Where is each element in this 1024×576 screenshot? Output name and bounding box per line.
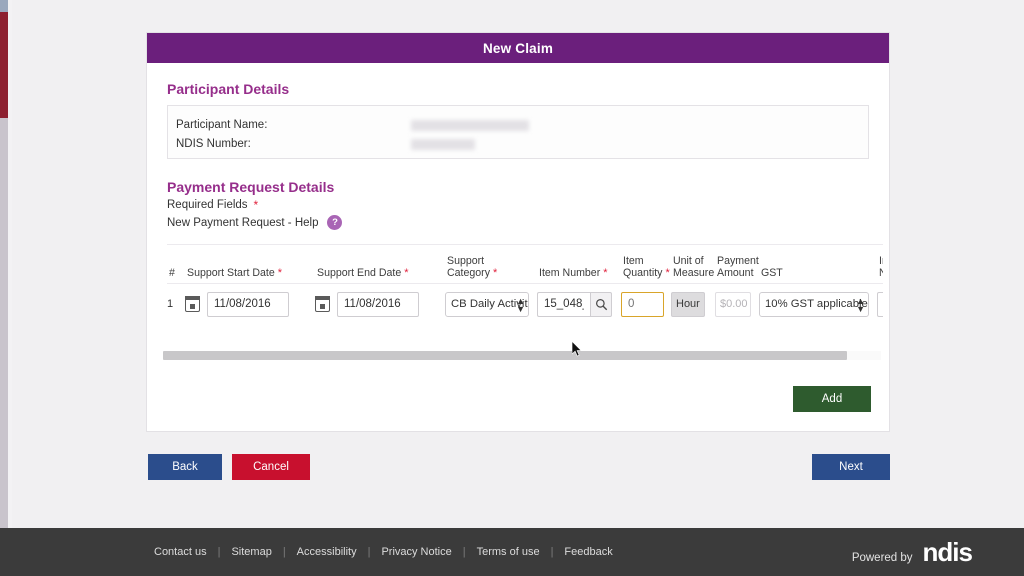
unit-of-measure-value: Hour (671, 291, 705, 317)
gst-value: 10% GST applicable (765, 297, 868, 310)
footer-link-feedback[interactable]: Feedback (553, 546, 623, 558)
page-footer: Contact us | Sitemap | Accessibility | P… (0, 528, 1024, 576)
claim-items-table: # Support Start Date * Support End Date … (167, 244, 883, 324)
col-header-support-category-text: Support Category (447, 255, 490, 279)
col-header-item-number-text: Item Number (539, 267, 601, 279)
col-header-num: # (169, 267, 175, 279)
col-header-invoice-number: Invoice Number (877, 255, 883, 279)
powered-by-label: Powered by (851, 552, 913, 564)
participant-details-box: Participant Name: NDIS Number: (167, 105, 869, 159)
footer-link-privacy-notice[interactable]: Privacy Notice (370, 546, 462, 558)
mouse-cursor (572, 341, 582, 357)
required-marker: * (253, 198, 259, 212)
participant-details-heading: Participant Details (167, 81, 290, 97)
footer-link-sitemap[interactable]: Sitemap (220, 546, 282, 558)
participant-name-label: Participant Name: (176, 119, 268, 131)
footer-link-terms-of-use[interactable]: Terms of use (466, 546, 551, 558)
col-header-support-start-date-text: Support Start Date (187, 267, 275, 279)
col-header-item-quantity-line1: Item (623, 255, 644, 267)
col-header-support-category: Support Category * (445, 255, 537, 279)
col-header-item-number: Item Number * (537, 267, 621, 279)
invoice-number-input[interactable] (877, 291, 883, 317)
support-end-date-input[interactable] (337, 291, 419, 317)
participant-name-value-redacted (411, 120, 529, 131)
cell-item-quantity (621, 291, 671, 317)
cell-support-category: CB Daily Activit ▲ ▼ (445, 291, 537, 317)
help-label: New Payment Request - Help (167, 216, 319, 229)
help-link-row[interactable]: New Payment Request - Help ? (167, 215, 869, 230)
ndis-number-row: NDIS Number: (176, 135, 860, 154)
item-quantity-input[interactable] (621, 291, 664, 317)
search-icon[interactable] (590, 291, 612, 317)
add-button[interactable]: Add (793, 386, 871, 412)
col-header-support-end-date: Support End Date * (315, 267, 445, 279)
ndis-number-value-redacted (411, 139, 475, 150)
col-header-unit-of-measure: Unit of Measure (671, 255, 715, 279)
cell-payment-amount: $0.00 (715, 291, 759, 317)
cell-invoice-number (877, 291, 883, 317)
col-header-support-start-date: Support Start Date * (185, 267, 315, 279)
footer-link-contact-us[interactable]: Contact us (154, 546, 218, 558)
col-header-support-start-date-star: * (274, 267, 283, 279)
calendar-icon[interactable] (314, 296, 331, 312)
payment-amount-value: $0.00 (715, 291, 751, 317)
back-button[interactable]: Back (148, 454, 222, 480)
calendar-icon[interactable] (184, 296, 201, 312)
gst-select[interactable]: 10% GST applicable ▲ ▼ (759, 291, 869, 317)
col-header-payment-amount-line1: Payment (717, 255, 759, 267)
support-start-date-input[interactable] (207, 291, 289, 317)
table-horizontal-scrollbar[interactable] (163, 351, 881, 360)
card-header: New Claim (147, 33, 889, 63)
payment-request-details-heading: Payment Request Details (167, 179, 335, 195)
col-header-unit-of-measure-line1: Unit of (673, 255, 704, 267)
claim-items-table-inner: # Support Start Date * Support End Date … (167, 244, 883, 324)
cell-item-number (537, 291, 621, 317)
scrollbar-thumb[interactable] (163, 351, 847, 360)
support-category-select[interactable]: CB Daily Activit ▲ ▼ (445, 291, 529, 317)
col-header-support-category-star: * (490, 267, 498, 279)
table-header-row: # Support Start Date * Support End Date … (167, 244, 883, 284)
col-header-invoice-number-line2: Number (879, 267, 883, 279)
footer-link-accessibility[interactable]: Accessibility (286, 546, 368, 558)
col-header-unit-of-measure-line2: Measure (673, 267, 715, 279)
col-header-gst: GST (761, 267, 783, 279)
col-header-item-quantity: Item Quantity * (621, 255, 671, 279)
new-claim-card: New Claim Participant Details Participan… (146, 32, 890, 432)
chevron-updown-icon: ▲ ▼ (516, 295, 525, 314)
page-title: New Claim (482, 40, 554, 56)
question-mark-icon[interactable]: ? (327, 215, 343, 230)
ndis-number-label: NDIS Number: (176, 138, 251, 150)
cell-unit-of-measure: Hour (671, 291, 715, 317)
required-fields-label: Required Fields (167, 199, 248, 211)
table-row: 1 CB Daily Activit ▲▼ (167, 284, 883, 324)
col-header-support-end-date-star: * (401, 267, 409, 279)
app-screen: New Claim Participant Details Participan… (0, 0, 1024, 576)
browser-left-edge (0, 0, 8, 528)
col-header-item-number-star: * (600, 267, 608, 279)
powered-by-block: Powered by ndis (851, 537, 973, 567)
ndis-logo: ndis (922, 537, 973, 567)
chevron-updown-icon: ▲ ▼ (856, 295, 865, 314)
col-header-support-end-date-text: Support End Date (317, 267, 402, 279)
row-number: 1 (167, 298, 174, 310)
cell-gst: 10% GST applicable ▲ ▼ (759, 291, 877, 317)
cell-support-start-date (184, 291, 315, 317)
next-button[interactable]: Next (812, 454, 890, 480)
col-header-invoice-number-line1: Invoice (879, 255, 883, 267)
card-body: Participant Details Participant Name: ND… (147, 63, 889, 324)
cancel-button[interactable]: Cancel (232, 454, 310, 480)
participant-name-row: Participant Name: (176, 116, 860, 135)
browser-left-edge-inner (8, 0, 12, 528)
footer-links: Contact us | Sitemap | Accessibility | P… (154, 546, 624, 558)
cell-support-end-date (314, 291, 445, 317)
col-header-payment-amount: Payment Amount (715, 255, 759, 279)
col-header-item-quantity-star: * (662, 267, 670, 279)
col-header-item-quantity-line2: Quantity (623, 267, 663, 279)
required-fields-note: Required Fields * (167, 199, 869, 211)
item-number-input[interactable] (537, 291, 590, 317)
col-header-payment-amount-line2: Amount (717, 267, 754, 279)
